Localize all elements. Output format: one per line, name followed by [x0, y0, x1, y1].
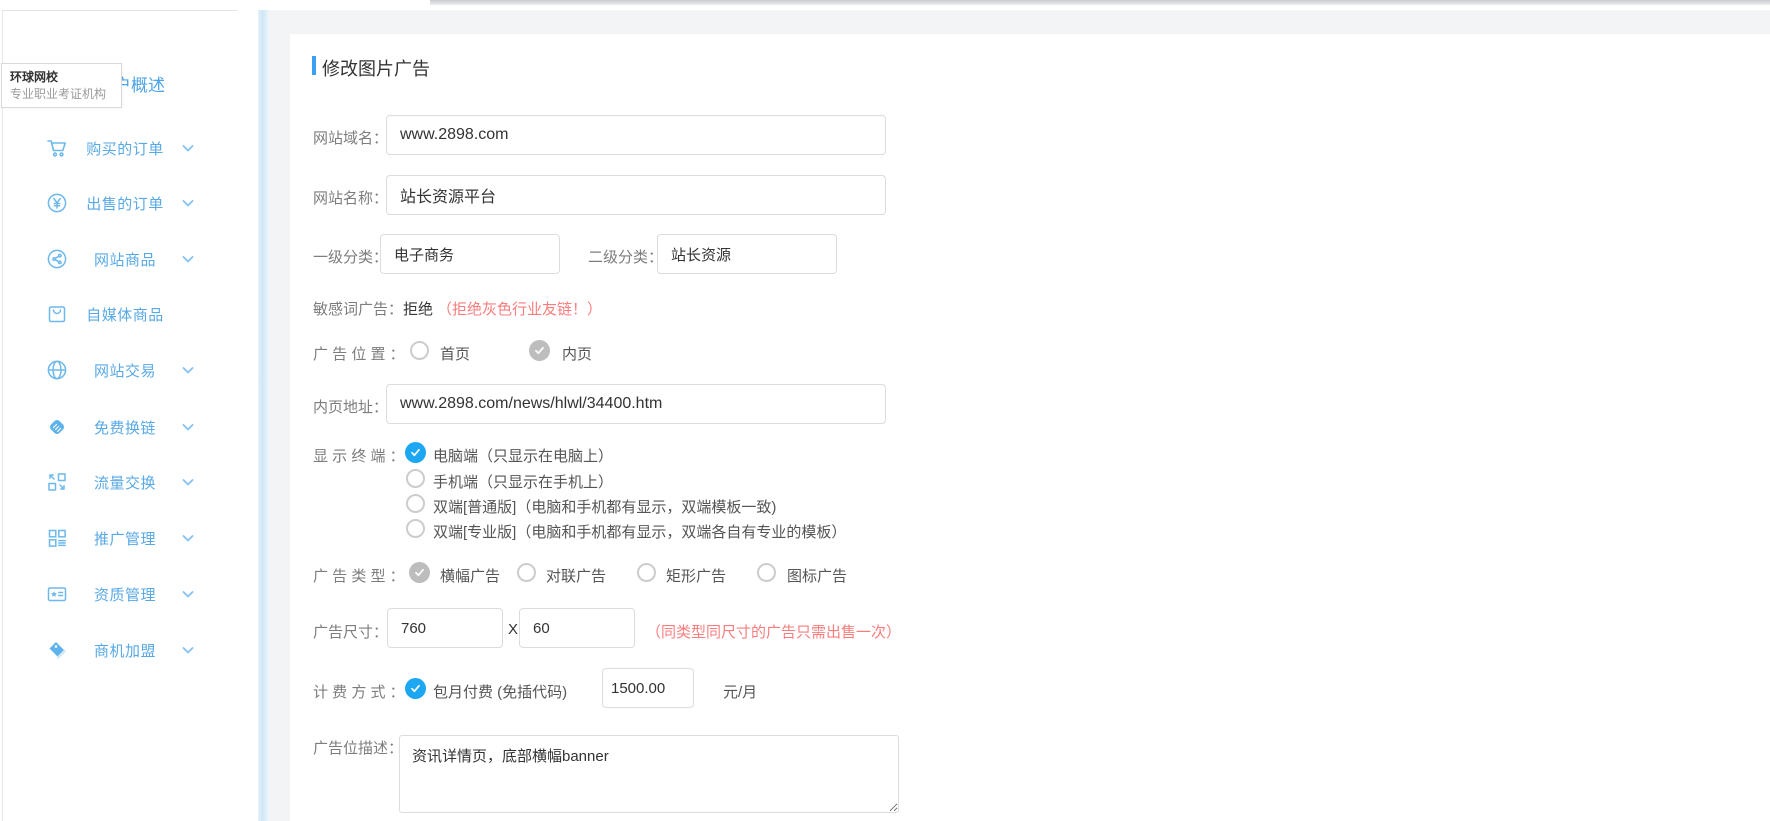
sensitive-value: 拒绝 [403, 298, 433, 319]
position-home-label[interactable]: 首页 [440, 343, 470, 364]
position-home-radio[interactable] [410, 341, 429, 360]
inner-url-label: 内页地址： [313, 396, 388, 417]
terminal-dual-normal-label[interactable]: 双端[普通版]（电脑和手机都有显示，双端模板一致) [433, 496, 776, 517]
title-accent-bar [312, 56, 316, 75]
check-icon [413, 566, 426, 579]
check-icon [533, 344, 546, 357]
terminal-mobile-radio[interactable] [406, 469, 425, 488]
check-icon [409, 682, 422, 695]
terminal-pc-radio-checked[interactable] [405, 442, 426, 463]
category2-input[interactable] [657, 234, 837, 274]
sidebar-item-label: 推广管理 [60, 528, 190, 549]
terminal-dual-normal-radio[interactable] [406, 494, 425, 513]
sensitive-label: 敏感词广告： [313, 298, 403, 319]
site-tooltip: 环球网校 专业职业考证机构 [1, 63, 122, 108]
adtype-banner-radio-checked[interactable] [409, 562, 430, 583]
chevron-down-icon[interactable] [181, 587, 195, 601]
adtype-rect-label[interactable]: 矩形广告 [666, 565, 726, 586]
sidebar-item-label: 自媒体商品 [60, 304, 190, 325]
billing-monthly-label[interactable]: 包月付费 (免插代码) [433, 681, 567, 702]
sidebar-item-purchased-orders[interactable]: 购买的订单 [0, 130, 240, 166]
page: 账户概述 环球网校 专业职业考证机构 购买的订单 出售的订单 网站商品 自媒体商… [0, 0, 1770, 821]
chevron-down-icon[interactable] [181, 420, 195, 434]
category2-label: 二级分类： [588, 246, 663, 267]
sidebar-item-free-link-exchange[interactable]: 免费换链 [0, 409, 240, 445]
sidebar-item-qualification-management[interactable]: 资质管理 [0, 576, 240, 612]
sidebar-item-label: 免费换链 [60, 417, 190, 438]
adtype-icon-radio[interactable] [757, 563, 776, 582]
size-separator: X [508, 621, 518, 638]
sidebar-item-label: 资质管理 [60, 584, 190, 605]
sensitive-warning: （拒绝灰色行业友链！） [437, 298, 602, 319]
position-inner-label[interactable]: 内页 [562, 343, 592, 364]
category1-label: 一级分类： [313, 246, 388, 267]
ad-width-input[interactable] [387, 608, 503, 648]
adtype-banner-label[interactable]: 横幅广告 [440, 565, 500, 586]
sidebar-top-border [2, 10, 237, 11]
ad-size-note: （同类型同尺寸的广告只需出售一次） [646, 621, 901, 642]
sidebar-item-traffic-exchange[interactable]: 流量交换 [0, 464, 240, 500]
chevron-down-icon[interactable] [181, 643, 195, 657]
sidebar-item-sold-orders[interactable]: 出售的订单 [0, 185, 240, 221]
description-textarea[interactable]: 资讯详情页，底部横幅banner [399, 735, 899, 813]
ad-position-label: 广 告 位 置 ： [313, 343, 405, 364]
sidebar-item-label: 网站交易 [60, 360, 190, 381]
ad-type-label: 广 告 类 型 ： [313, 565, 405, 586]
adtype-couplet-label[interactable]: 对联广告 [546, 565, 606, 586]
category1-input[interactable] [380, 234, 560, 274]
site-name-label: 网站名称： [313, 187, 388, 208]
terminal-dual-pro-label[interactable]: 双端[专业版]（电脑和手机都有显示，双端各自有专业的模板） [433, 521, 846, 542]
sidebar-item-label: 流量交换 [60, 472, 190, 493]
price-input[interactable] [602, 668, 694, 708]
sidebar-item-label: 网站商品 [60, 249, 190, 270]
chevron-down-icon[interactable] [181, 475, 195, 489]
domain-input[interactable] [386, 115, 886, 155]
position-inner-radio-checked[interactable] [529, 340, 550, 361]
chevron-down-icon[interactable] [181, 141, 195, 155]
tooltip-subtitle: 专业职业考证机构 [10, 86, 113, 103]
chevron-down-icon[interactable] [181, 531, 195, 545]
adtype-rect-radio[interactable] [637, 563, 656, 582]
check-icon [409, 446, 422, 459]
sidebar-item-selfmedia-products[interactable]: 自媒体商品 [0, 296, 240, 332]
chevron-down-icon[interactable] [181, 196, 195, 210]
sidebar-item-promotion-management[interactable]: 推广管理 [0, 520, 240, 556]
page-title: 修改图片广告 [322, 55, 430, 81]
site-name-input[interactable] [386, 175, 886, 215]
adtype-icon-label[interactable]: 图标广告 [787, 565, 847, 586]
inner-url-input[interactable] [386, 384, 886, 424]
sidebar-item-website-products[interactable]: 网站商品 [0, 241, 240, 277]
description-label: 广告位描述： [313, 737, 403, 758]
top-shadow [430, 0, 1770, 5]
sidebar-item-label: 购买的订单 [60, 138, 190, 159]
terminal-label: 显 示 终 端 ： [313, 445, 405, 466]
billing-label: 计 费 方 式 ： [313, 681, 405, 702]
billing-monthly-check-checked[interactable] [405, 678, 426, 699]
terminal-mobile-label[interactable]: 手机端（只显示在手机上） [433, 471, 613, 492]
ad-size-label: 广告尺寸： [313, 621, 388, 642]
tooltip-title: 环球网校 [10, 69, 113, 86]
domain-label: 网站域名： [313, 127, 388, 148]
sidebar-item-website-trade[interactable]: 网站交易 [0, 352, 240, 388]
chevron-down-icon[interactable] [181, 363, 195, 377]
chevron-down-icon[interactable] [181, 252, 195, 266]
sidebar-item-business-join[interactable]: 商机加盟 [0, 632, 240, 668]
sidebar-item-label: 出售的订单 [60, 193, 190, 214]
ad-height-input[interactable] [519, 608, 635, 648]
terminal-pc-label[interactable]: 电脑端（只显示在电脑上） [433, 445, 613, 466]
sidebar-divider-strip [258, 10, 268, 821]
price-unit: 元/月 [723, 681, 757, 702]
adtype-couplet-radio[interactable] [517, 563, 536, 582]
sidebar-item-label: 商机加盟 [60, 640, 190, 661]
terminal-dual-pro-radio[interactable] [406, 519, 425, 538]
